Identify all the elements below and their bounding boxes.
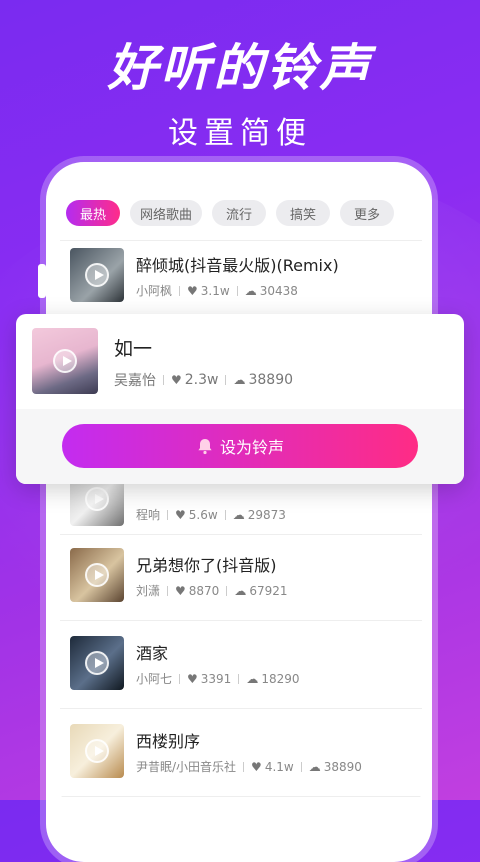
divider (167, 585, 169, 596)
song-downloads: 18290 (261, 671, 300, 686)
set-ringtone-button[interactable]: 设为铃声 (62, 424, 418, 468)
promo-subhead: 设置简便 (168, 116, 312, 151)
play-icon[interactable] (53, 349, 77, 373)
card-action-area: 设为铃声 (16, 409, 464, 484)
cloud-download-icon: ☁ (234, 583, 247, 598)
song-cover (70, 724, 124, 778)
selected-song-card: 如一 吴嘉怡 ♥ 2.3w ☁ 38890 设为铃声 (16, 314, 464, 484)
cloud-download-icon: ☁ (232, 507, 245, 522)
heart-icon: ♥ (175, 583, 186, 598)
play-icon[interactable] (85, 739, 109, 763)
tab-more[interactable]: 更多 (340, 200, 394, 226)
song-likes: 3.1w (200, 283, 230, 298)
song-downloads: 29873 (247, 507, 286, 522)
song-cover (70, 636, 124, 690)
song-meta: 小阿枫 ♥ 3.1w ☁ 30438 (136, 282, 298, 299)
play-icon[interactable] (85, 263, 109, 287)
song-artist: 刘潇 (136, 584, 161, 598)
song-meta: 尹昔眠/小田音乐社 ♥ 4.1w ☁ 38890 (136, 758, 362, 775)
play-icon[interactable] (85, 487, 109, 511)
cloud-download-icon: ☁ (308, 759, 321, 774)
phone-screen: 最热 网络歌曲 流行 搞笑 更多 醉倾城(抖音最火版)(Remix) 小阿枫 ♥… (60, 172, 422, 812)
song-likes: 3391 (200, 671, 232, 686)
category-tabs: 最热 网络歌曲 流行 搞笑 更多 (66, 200, 394, 226)
song-downloads: 38890 (323, 759, 362, 774)
song-meta: 小阿七 ♥ 3391 ☁ 18290 (136, 670, 300, 687)
cloud-download-icon: ☁ (246, 671, 259, 686)
set-ringtone-label: 设为铃声 (219, 438, 284, 457)
song-likes: 2.3w (184, 372, 219, 388)
tab-pop[interactable]: 流行 (212, 200, 266, 226)
song-title: 如一 (114, 338, 153, 360)
song-cover (70, 248, 124, 302)
song-likes: 8870 (188, 583, 220, 598)
divider (60, 620, 422, 621)
heart-icon: ♥ (175, 507, 186, 522)
promo-headline: 好听的铃声 (107, 39, 373, 97)
tab-funny[interactable]: 搞笑 (276, 200, 330, 226)
list-item[interactable]: 醉倾城(抖音最火版)(Remix) 小阿枫 ♥ 3.1w ☁ 30438 (70, 248, 400, 308)
song-downloads: 67921 (249, 583, 288, 598)
divider (226, 585, 228, 596)
divider (167, 509, 169, 520)
song-likes: 5.6w (188, 507, 218, 522)
divider (300, 761, 302, 772)
song-artist: 小阿枫 (136, 284, 173, 298)
divider (60, 708, 422, 709)
divider (163, 375, 164, 385)
cloud-download-icon: ☁ (244, 283, 257, 298)
tab-hot[interactable]: 最热 (66, 200, 120, 226)
song-title: 酒家 (136, 644, 169, 663)
song-artist: 尹昔眠/小田音乐社 (136, 760, 237, 774)
song-cover (32, 328, 98, 394)
tab-network-songs[interactable]: 网络歌曲 (130, 200, 202, 226)
song-meta: 刘潇 ♥ 8870 ☁ 67921 (136, 582, 288, 599)
phone-side-button (38, 264, 46, 298)
divider (243, 761, 245, 772)
song-downloads: 30438 (259, 283, 298, 298)
cloud-download-icon: ☁ (233, 373, 246, 387)
heart-icon: ♥ (187, 283, 198, 298)
list-item[interactable]: 酒家 小阿七 ♥ 3391 ☁ 18290 (70, 636, 400, 696)
bell-icon (196, 437, 214, 455)
list-item[interactable]: 西楼别序 尹昔眠/小田音乐社 ♥ 4.1w ☁ 38890 (70, 724, 400, 784)
divider (60, 534, 422, 535)
song-downloads: 38890 (248, 372, 294, 388)
heart-icon: ♥ (187, 671, 198, 686)
play-icon[interactable] (85, 651, 109, 675)
song-title: 西楼别序 (136, 732, 201, 751)
song-meta: 吴嘉怡 ♥ 2.3w ☁ 38890 (114, 370, 293, 390)
play-icon[interactable] (85, 563, 109, 587)
song-meta: 程响 ♥ 5.6w ☁ 29873 (136, 506, 286, 523)
song-artist: 吴嘉怡 (114, 373, 156, 389)
divider (60, 240, 422, 241)
divider (238, 673, 240, 684)
divider (236, 285, 238, 296)
divider (60, 796, 422, 797)
divider (225, 375, 227, 385)
list-item[interactable]: 兄弟想你了(抖音版) 刘潇 ♥ 8870 ☁ 67921 (70, 548, 400, 608)
song-cover (70, 548, 124, 602)
divider (179, 673, 181, 684)
selected-song-row[interactable]: 如一 吴嘉怡 ♥ 2.3w ☁ 38890 (16, 314, 464, 410)
heart-icon: ♥ (171, 373, 182, 387)
song-title: 醉倾城(抖音最火版)(Remix) (136, 256, 339, 275)
song-artist: 程响 (136, 508, 161, 522)
divider (224, 509, 226, 520)
song-artist: 小阿七 (136, 672, 173, 686)
divider (179, 285, 181, 296)
heart-icon: ♥ (251, 759, 262, 774)
song-title: 兄弟想你了(抖音版) (136, 556, 277, 575)
song-likes: 4.1w (264, 759, 294, 774)
